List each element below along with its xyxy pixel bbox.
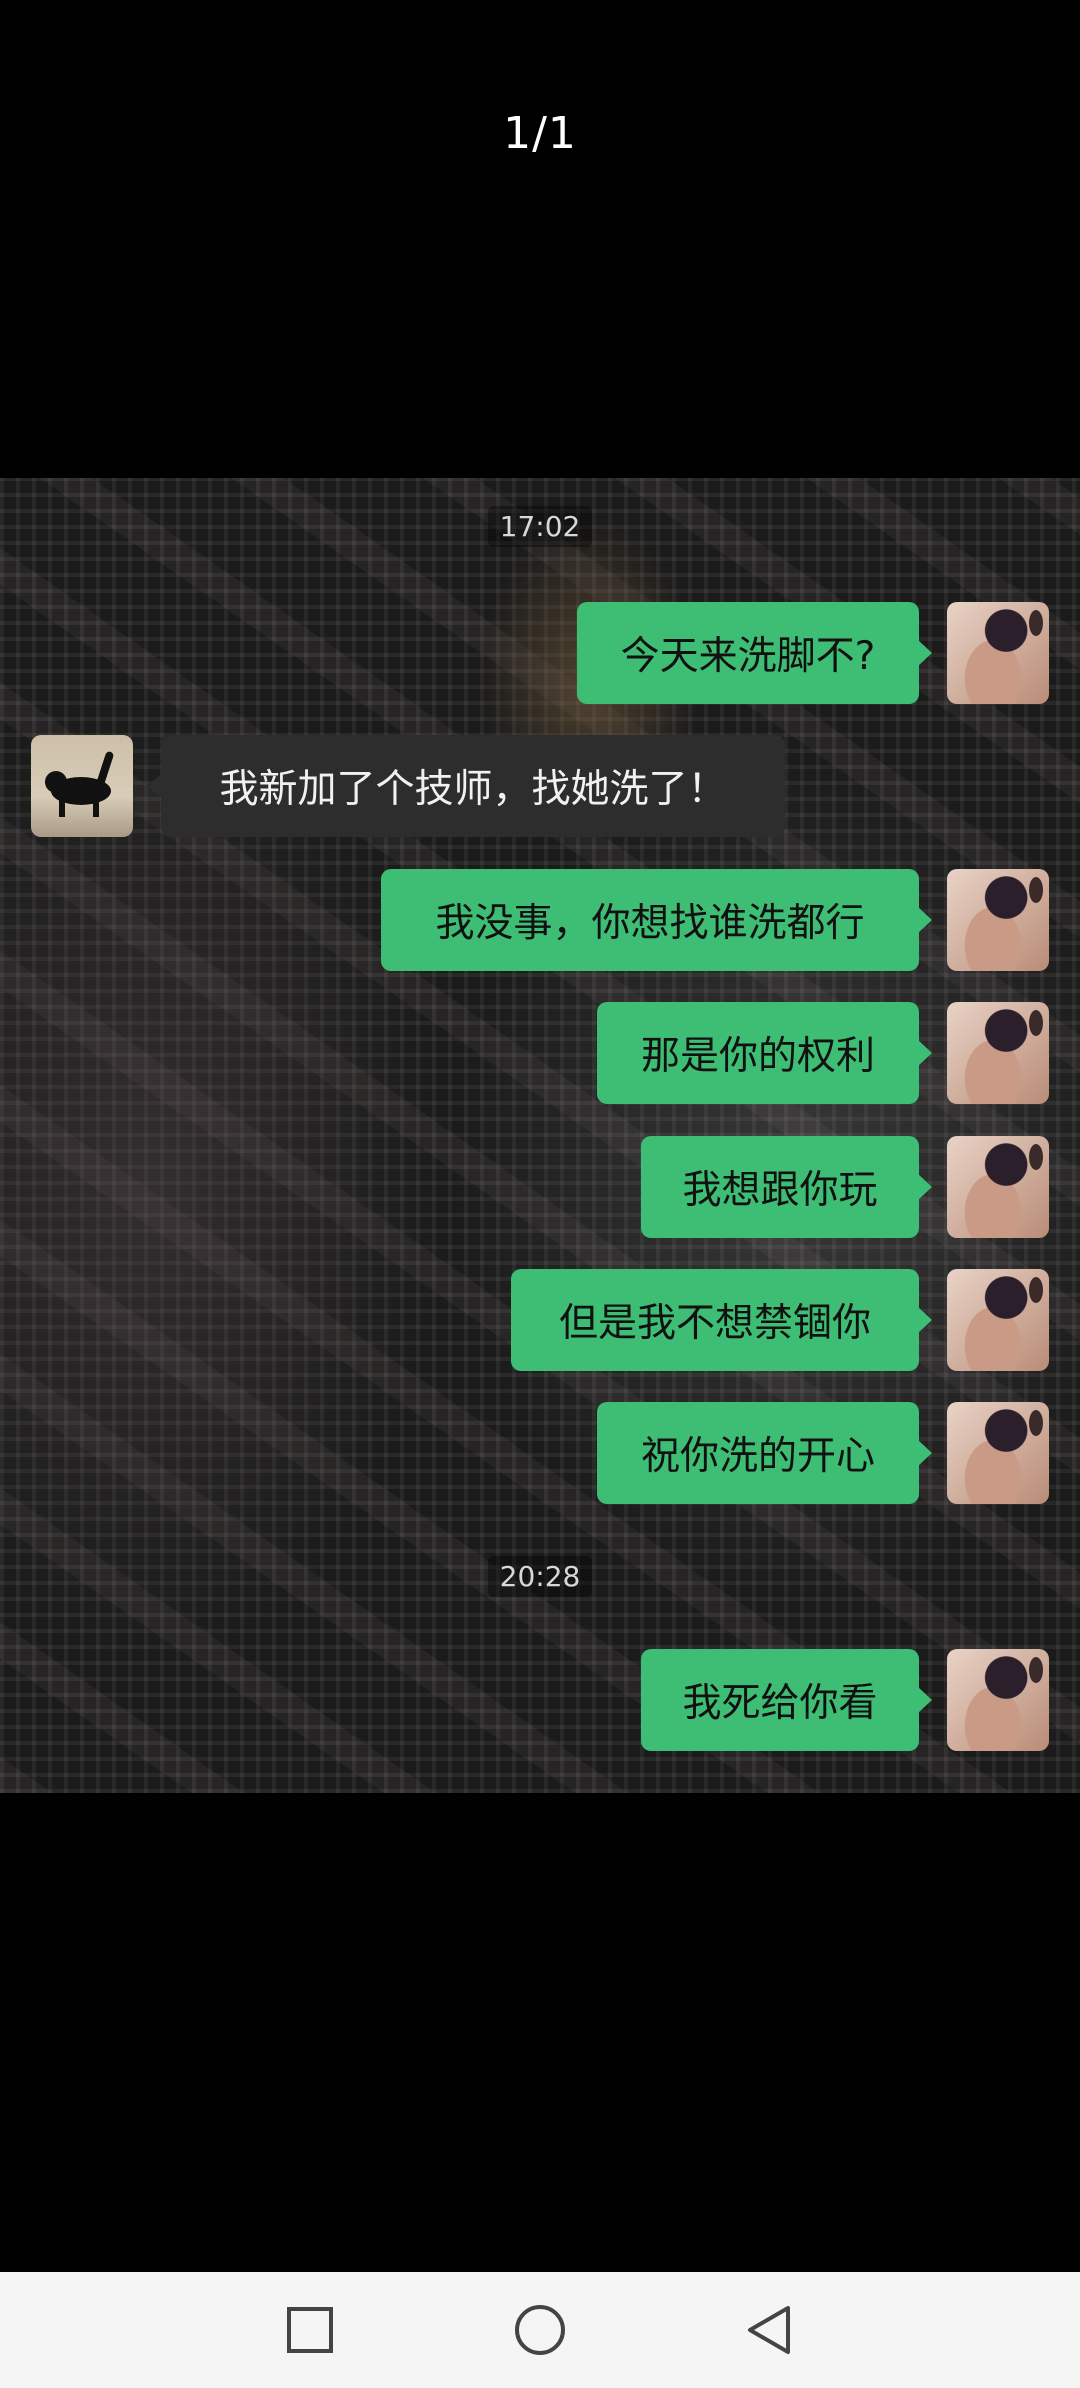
timestamp: 20:28 <box>0 1556 1080 1597</box>
message-bubble-self[interactable]: 那是你的权利 <box>597 1002 932 1104</box>
avatar-contact[interactable] <box>31 735 133 837</box>
cat-leg <box>93 799 99 817</box>
cat-head <box>45 771 67 793</box>
circle-home-icon[interactable] <box>502 2292 578 2368</box>
avatar-self[interactable] <box>947 869 1049 971</box>
avatar-self[interactable] <box>947 1136 1049 1238</box>
message-bubble-self[interactable]: 我想跟你玩 <box>641 1136 932 1238</box>
message-bubble-self[interactable]: 我没事，你想找谁洗都行 <box>381 869 932 971</box>
message-bubble-self[interactable]: 我死给你看 <box>641 1649 932 1751</box>
timestamp-text: 17:02 <box>487 506 593 547</box>
message-bubble-other[interactable]: 我新加了个技师，找她洗了！ <box>148 735 785 837</box>
cat-tail <box>95 750 115 788</box>
chat-screenshot-image: 17:02 今天来洗脚不? 我新加了个技师，找她洗了！ 我没事，你想找谁洗都行 … <box>0 478 1080 1793</box>
cat-leg <box>59 799 65 817</box>
page-counter: 1/1 <box>503 108 577 159</box>
avatar-self[interactable] <box>947 1269 1049 1371</box>
avatar-self[interactable] <box>947 1002 1049 1104</box>
message-bubble-self[interactable]: 今天来洗脚不? <box>577 602 932 704</box>
avatar-self[interactable] <box>947 1649 1049 1751</box>
timestamp-text: 20:28 <box>487 1556 593 1597</box>
avatar-self[interactable] <box>947 1402 1049 1504</box>
avatar-self[interactable] <box>947 602 1049 704</box>
square-recent-apps-icon[interactable] <box>272 2292 348 2368</box>
message-bubble-self[interactable]: 祝你洗的开心 <box>597 1402 932 1504</box>
timestamp: 17:02 <box>0 506 1080 547</box>
navigation-bar <box>0 2272 1080 2388</box>
message-bubble-self[interactable]: 但是我不想禁锢你 <box>511 1269 932 1371</box>
triangle-back-icon[interactable] <box>732 2292 808 2368</box>
